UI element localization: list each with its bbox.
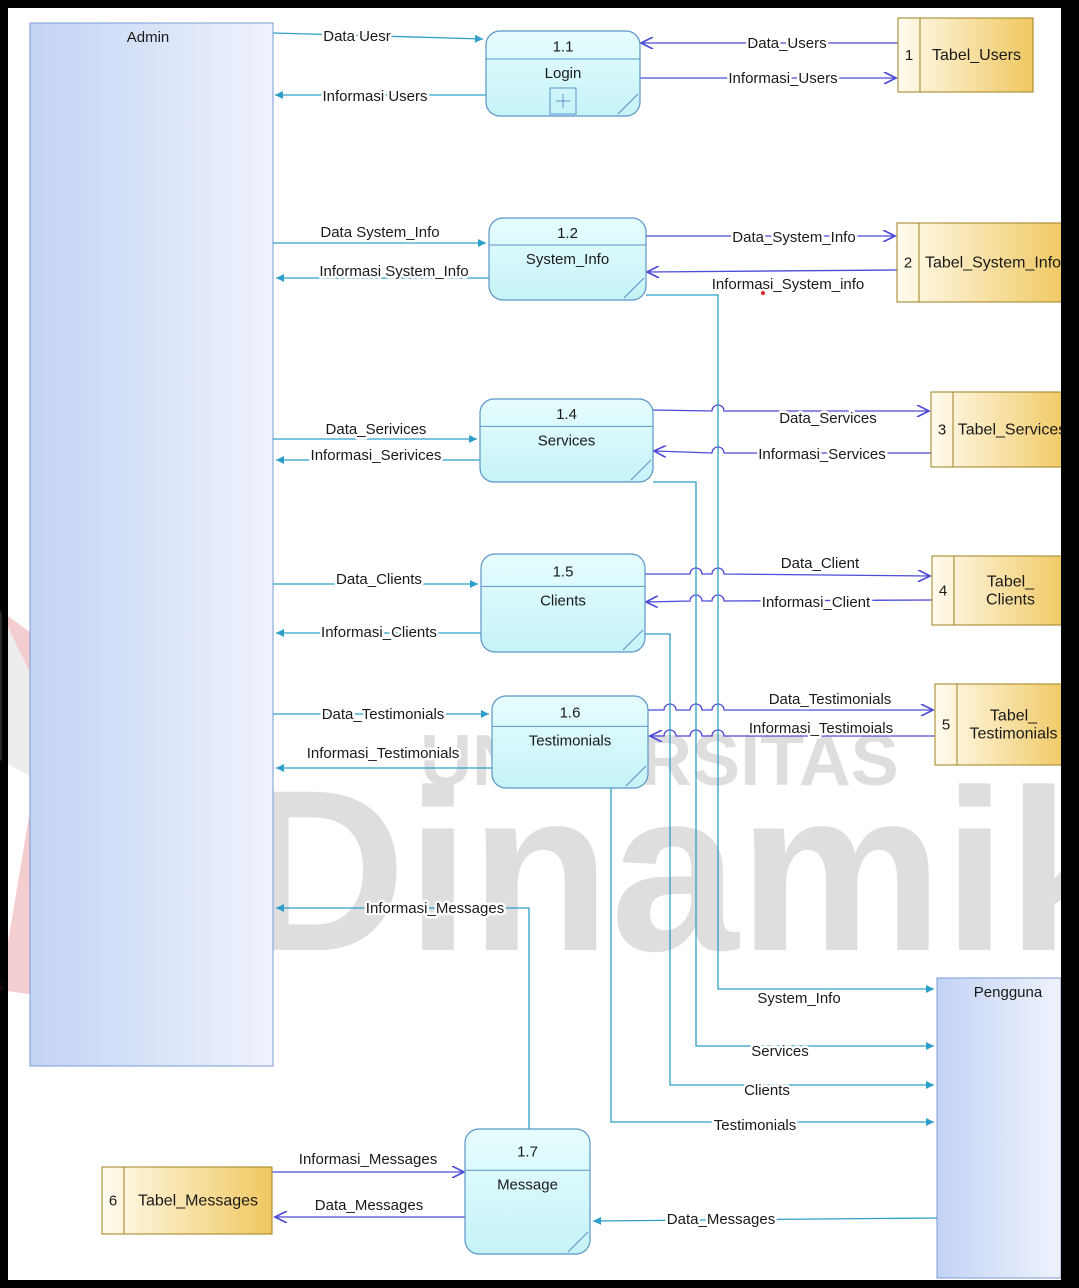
flow-label: Testimonials — [714, 1117, 797, 1134]
flow-label: Data_Services — [779, 410, 877, 427]
datastore-4[interactable]: 4 Tabel_ Clients — [931, 555, 1068, 626]
flow-label: Data_Messages — [667, 1211, 775, 1228]
flow-label: Informasi System_Info — [319, 263, 468, 280]
process-1-7[interactable]: 1.7 Message — [464, 1128, 591, 1255]
process-number: 1.6 — [560, 705, 581, 722]
flow-label: Clients — [744, 1082, 790, 1099]
flow-label: Data_Client — [781, 555, 860, 572]
process-number: 1.7 — [517, 1144, 538, 1161]
datastore-box[interactable] — [934, 683, 1071, 766]
flow-label: Data_Users — [747, 35, 826, 52]
datastore-2[interactable]: 2 Tabel_System_Info — [896, 222, 1068, 303]
flow-label: Data System_Info — [320, 224, 439, 241]
flow-label: Data_Testimonials — [322, 706, 445, 723]
flow-label: Data_Serivices — [326, 421, 427, 438]
flow-label: Services — [751, 1043, 809, 1060]
flow-label: Data_Testimonials — [769, 691, 892, 708]
datastore-name: Tabel_Services — [958, 422, 1067, 439]
dfd-canvas: UNIVERSITAS Dinamika Admin Pengguna Data… — [0, 0, 1079, 1288]
flow-label: Data_Messages — [315, 1197, 423, 1214]
flow-label: Informasi_Serivices — [311, 447, 442, 464]
flow-label: Data Uesr — [323, 28, 391, 45]
red-dot — [761, 291, 765, 295]
process-name: Clients — [540, 592, 586, 609]
datastore-name: Tabel_Users — [932, 47, 1021, 64]
datastore-number: 4 — [939, 583, 947, 600]
datastore-5[interactable]: 5Tabel_ Testimonials — [934, 683, 1071, 766]
datastore-6[interactable]: 6 Tabel_Messages — [101, 1166, 273, 1235]
datastore-box[interactable] — [931, 555, 1068, 626]
process-1-6[interactable]: 1.6 Testimonials — [491, 695, 649, 789]
process-name: System_Info — [526, 251, 609, 268]
datastore-1[interactable]: 1 Tabel_Users — [897, 17, 1034, 93]
flow-label: Informasi_Messages — [366, 900, 504, 917]
process-number: 1.4 — [556, 406, 577, 423]
process-number: 1.1 — [553, 38, 574, 55]
datastore-name: Tabel_System_Info — [925, 255, 1061, 272]
pengguna-entity-label: Pengguna — [974, 984, 1043, 1001]
admin-entity-label: Admin — [127, 29, 170, 46]
datastore-number: 1 — [905, 47, 913, 64]
flow-label: Informasi_Clients — [321, 624, 437, 641]
process-name: Testimonials — [529, 732, 612, 749]
datastore-number: 3 — [938, 422, 946, 439]
process-name: Message — [497, 1176, 558, 1193]
process-name: Login — [545, 65, 582, 82]
datastore-3[interactable]: 3 Tabel_Services — [930, 391, 1072, 468]
flow-label: Informasi_Client — [762, 594, 871, 611]
datastore-name: Tabel_ Clients — [986, 574, 1035, 609]
flow-label: Informasi_System_info — [712, 276, 865, 293]
datastore-number: 6 — [109, 1193, 117, 1210]
process-1-4[interactable]: 1.4 Services — [479, 398, 654, 483]
process-1-2[interactable]: 1.2 System_Info — [488, 217, 647, 301]
flow-label: Informasi_Users — [728, 70, 837, 87]
flow-label: System_Info — [757, 990, 840, 1007]
process-1-1[interactable]: 1.1 Login — [485, 30, 641, 117]
process-number: 1.5 — [553, 564, 574, 581]
process-1-5[interactable]: 1.5 Clients — [480, 553, 646, 653]
pengguna-entity[interactable] — [936, 977, 1062, 1279]
flow-label: Informasi_Messages — [299, 1151, 437, 1168]
datastore-name: Tabel_Messages — [138, 1193, 258, 1210]
flow-label: Informasi_Services — [758, 446, 886, 463]
flow-label: Data_System_Info — [732, 229, 855, 246]
watermark-line2: Dinamika — [240, 742, 1079, 999]
flow-label: Data_Clients — [336, 571, 422, 588]
flow-label: Informasi_Testimonials — [307, 745, 460, 762]
process-number: 1.2 — [557, 225, 578, 242]
datastore-number: 2 — [904, 255, 912, 272]
flow-label: Informasi Users — [322, 88, 427, 105]
flow-label: Informasi_Testimoials — [749, 720, 893, 737]
datastore-number: 5 — [942, 717, 950, 734]
admin-entity[interactable] — [29, 22, 274, 1067]
process-name: Services — [538, 432, 596, 449]
